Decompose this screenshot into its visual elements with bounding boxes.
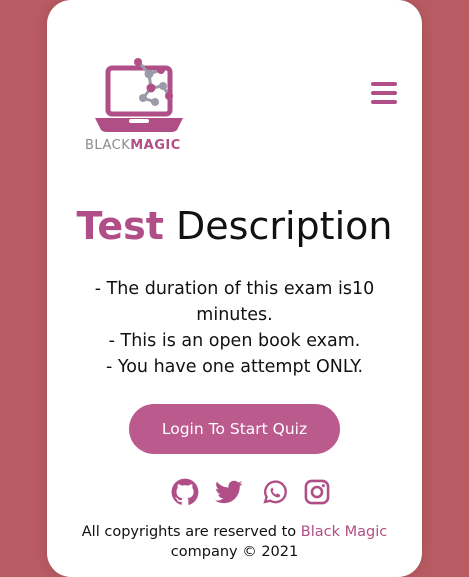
logo-text-black: BLACK: [85, 138, 131, 153]
main-card: BLACKMAGIC Test Description - The durati…: [47, 0, 422, 577]
description-line: - You have one attempt ONLY.: [105, 357, 364, 377]
social-links: [171, 478, 331, 508]
github-icon[interactable]: [171, 478, 199, 506]
logo-wordmark: BLACKMAGIC: [85, 138, 181, 153]
title-rest: Description: [163, 204, 393, 248]
logo-text-magic: MAGIC: [130, 138, 181, 153]
brand-logo[interactable]: BLACKMAGIC: [85, 58, 195, 158]
footer-line-2: company © 2021: [170, 544, 299, 560]
login-start-quiz-button[interactable]: Login To Start Quiz: [129, 404, 340, 454]
laptop-logo-icon: [95, 58, 183, 132]
description-line: minutes.: [196, 305, 273, 325]
hamburger-menu-icon[interactable]: [367, 78, 401, 108]
footer-brand-link[interactable]: Black Magic: [301, 524, 387, 540]
twitter-icon[interactable]: [215, 478, 243, 506]
title-accent: Test: [76, 204, 164, 248]
copyright-footer: All copyrights are reserved to Black Mag…: [47, 522, 422, 562]
description-line: - This is an open book exam.: [108, 331, 361, 351]
page-title: Test Description: [47, 202, 422, 250]
description-line: - The duration of this exam is10: [94, 279, 375, 299]
whatsapp-icon[interactable]: [261, 478, 289, 506]
footer-line-1: All copyrights are reserved to Black Mag…: [47, 522, 422, 542]
test-description: - The duration of this exam is10 minutes…: [65, 276, 404, 380]
footer-text: All copyrights are reserved to: [81, 524, 301, 540]
instagram-icon[interactable]: [303, 478, 331, 506]
